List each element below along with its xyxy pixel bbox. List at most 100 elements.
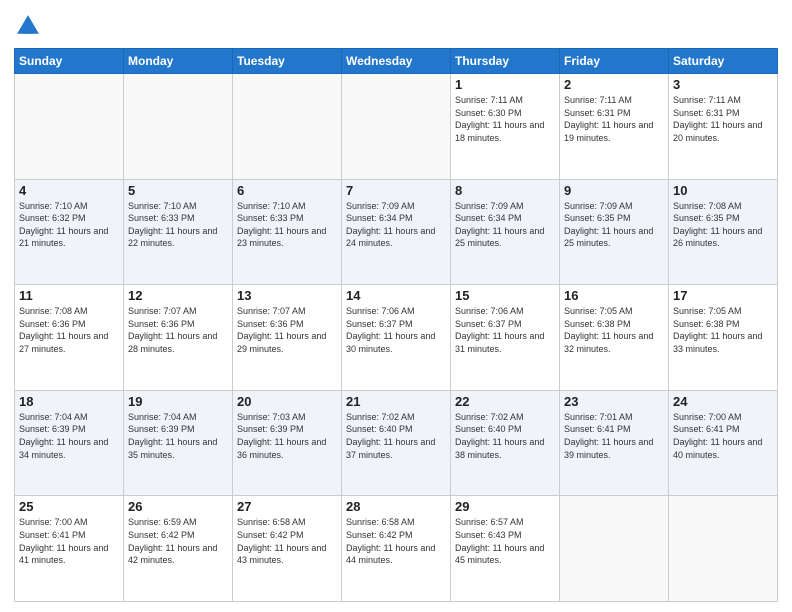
day-number: 14 bbox=[346, 288, 446, 303]
day-number: 4 bbox=[19, 183, 119, 198]
day-number: 5 bbox=[128, 183, 228, 198]
day-info: Sunrise: 7:09 AMSunset: 6:34 PMDaylight:… bbox=[346, 200, 446, 250]
day-info: Sunrise: 7:09 AMSunset: 6:34 PMDaylight:… bbox=[455, 200, 555, 250]
day-info: Sunrise: 7:02 AMSunset: 6:40 PMDaylight:… bbox=[455, 411, 555, 461]
column-header-thursday: Thursday bbox=[451, 49, 560, 74]
day-number: 20 bbox=[237, 394, 337, 409]
calendar-cell: 29 Sunrise: 6:57 AMSunset: 6:43 PMDayligh… bbox=[451, 496, 560, 602]
calendar-cell: 25 Sunrise: 7:00 AMSunset: 6:41 PMDayligh… bbox=[15, 496, 124, 602]
day-info: Sunrise: 6:58 AMSunset: 6:42 PMDaylight:… bbox=[237, 516, 337, 566]
day-number: 18 bbox=[19, 394, 119, 409]
day-info: Sunrise: 7:08 AMSunset: 6:36 PMDaylight:… bbox=[19, 305, 119, 355]
day-number: 12 bbox=[128, 288, 228, 303]
calendar-cell: 5 Sunrise: 7:10 AMSunset: 6:33 PMDaylight… bbox=[124, 179, 233, 285]
column-header-tuesday: Tuesday bbox=[233, 49, 342, 74]
day-info: Sunrise: 7:10 AMSunset: 6:32 PMDaylight:… bbox=[19, 200, 119, 250]
calendar-cell: 8 Sunrise: 7:09 AMSunset: 6:34 PMDaylight… bbox=[451, 179, 560, 285]
day-info: Sunrise: 6:58 AMSunset: 6:42 PMDaylight:… bbox=[346, 516, 446, 566]
calendar-cell: 16Sunrise: 7:05 AMSunset: 6:38 PMDayligh… bbox=[560, 285, 669, 391]
day-number: 3 bbox=[673, 77, 773, 92]
day-number: 19 bbox=[128, 394, 228, 409]
calendar-week-4: 18 Sunrise: 7:04 AMSunset: 6:39 PMDayligh… bbox=[15, 390, 778, 496]
calendar-week-1: 1Sunrise: 7:11 AMSunset: 6:30 PMDaylight… bbox=[15, 74, 778, 180]
day-info: Sunrise: 7:10 AMSunset: 6:33 PMDaylight:… bbox=[237, 200, 337, 250]
day-number: 26 bbox=[128, 499, 228, 514]
day-info: Sunrise: 7:07 AMSunset: 6:36 PMDaylight:… bbox=[128, 305, 228, 355]
day-info: Sunrise: 7:09 AMSunset: 6:35 PMDaylight:… bbox=[564, 200, 664, 250]
page: SundayMondayTuesdayWednesdayThursdayFrid… bbox=[0, 0, 792, 612]
calendar-cell: 9Sunrise: 7:09 AMSunset: 6:35 PMDaylight… bbox=[560, 179, 669, 285]
day-info: Sunrise: 7:06 AMSunset: 6:37 PMDaylight:… bbox=[346, 305, 446, 355]
day-number: 27 bbox=[237, 499, 337, 514]
logo-icon bbox=[14, 12, 42, 40]
calendar-cell: 10 Sunrise: 7:08 AMSunset: 6:35 PMDayligh… bbox=[669, 179, 778, 285]
day-info: Sunrise: 6:59 AMSunset: 6:42 PMDaylight:… bbox=[128, 516, 228, 566]
calendar-cell bbox=[233, 74, 342, 180]
calendar-table: SundayMondayTuesdayWednesdayThursdayFrid… bbox=[14, 48, 778, 602]
calendar-week-5: 25 Sunrise: 7:00 AMSunset: 6:41 PMDayligh… bbox=[15, 496, 778, 602]
day-info: Sunrise: 7:00 AMSunset: 6:41 PMDaylight:… bbox=[673, 411, 773, 461]
day-number: 25 bbox=[19, 499, 119, 514]
day-number: 17 bbox=[673, 288, 773, 303]
day-info: Sunrise: 7:08 AMSunset: 6:35 PMDaylight:… bbox=[673, 200, 773, 250]
calendar-cell: 4 Sunrise: 7:10 AMSunset: 6:32 PMDaylight… bbox=[15, 179, 124, 285]
calendar-cell: 26 Sunrise: 6:59 AMSunset: 6:42 PMDayligh… bbox=[124, 496, 233, 602]
day-number: 13 bbox=[237, 288, 337, 303]
header bbox=[14, 12, 778, 40]
calendar-cell: 17 Sunrise: 7:05 AMSunset: 6:38 PMDayligh… bbox=[669, 285, 778, 391]
calendar-cell: 3 Sunrise: 7:11 AMSunset: 6:31 PMDaylight… bbox=[669, 74, 778, 180]
calendar-cell bbox=[124, 74, 233, 180]
day-number: 15 bbox=[455, 288, 555, 303]
column-header-saturday: Saturday bbox=[669, 49, 778, 74]
calendar-cell: 2 Sunrise: 7:11 AMSunset: 6:31 PMDaylight… bbox=[560, 74, 669, 180]
calendar-cell: 23 Sunrise: 7:01 AMSunset: 6:41 PMDayligh… bbox=[560, 390, 669, 496]
day-info: Sunrise: 7:03 AMSunset: 6:39 PMDaylight:… bbox=[237, 411, 337, 461]
day-info: Sunrise: 7:05 AMSunset: 6:38 PMDaylight:… bbox=[673, 305, 773, 355]
day-number: 28 bbox=[346, 499, 446, 514]
column-header-friday: Friday bbox=[560, 49, 669, 74]
day-number: 29 bbox=[455, 499, 555, 514]
logo bbox=[14, 12, 46, 40]
day-number: 2 bbox=[564, 77, 664, 92]
column-header-monday: Monday bbox=[124, 49, 233, 74]
day-number: 16 bbox=[564, 288, 664, 303]
day-info: Sunrise: 7:04 AMSunset: 6:39 PMDaylight:… bbox=[19, 411, 119, 461]
calendar-cell bbox=[15, 74, 124, 180]
day-info: Sunrise: 7:11 AMSunset: 6:31 PMDaylight:… bbox=[673, 94, 773, 144]
day-number: 6 bbox=[237, 183, 337, 198]
day-number: 22 bbox=[455, 394, 555, 409]
calendar-cell: 13 Sunrise: 7:07 AMSunset: 6:36 PMDayligh… bbox=[233, 285, 342, 391]
day-info: Sunrise: 7:01 AMSunset: 6:41 PMDaylight:… bbox=[564, 411, 664, 461]
calendar-cell: 18 Sunrise: 7:04 AMSunset: 6:39 PMDayligh… bbox=[15, 390, 124, 496]
day-number: 1 bbox=[455, 77, 555, 92]
day-info: Sunrise: 7:02 AMSunset: 6:40 PMDaylight:… bbox=[346, 411, 446, 461]
day-number: 10 bbox=[673, 183, 773, 198]
column-header-sunday: Sunday bbox=[15, 49, 124, 74]
calendar-cell: 7Sunrise: 7:09 AMSunset: 6:34 PMDaylight… bbox=[342, 179, 451, 285]
day-info: Sunrise: 7:07 AMSunset: 6:36 PMDaylight:… bbox=[237, 305, 337, 355]
day-number: 21 bbox=[346, 394, 446, 409]
column-header-wednesday: Wednesday bbox=[342, 49, 451, 74]
calendar-cell: 6 Sunrise: 7:10 AMSunset: 6:33 PMDaylight… bbox=[233, 179, 342, 285]
calendar-cell: 15Sunrise: 7:06 AMSunset: 6:37 PMDayligh… bbox=[451, 285, 560, 391]
calendar-cell: 28 Sunrise: 6:58 AMSunset: 6:42 PMDayligh… bbox=[342, 496, 451, 602]
day-number: 8 bbox=[455, 183, 555, 198]
day-info: Sunrise: 7:04 AMSunset: 6:39 PMDaylight:… bbox=[128, 411, 228, 461]
calendar-cell: 11 Sunrise: 7:08 AMSunset: 6:36 PMDayligh… bbox=[15, 285, 124, 391]
day-number: 23 bbox=[564, 394, 664, 409]
calendar-cell bbox=[669, 496, 778, 602]
calendar-cell: 19 Sunrise: 7:04 AMSunset: 6:39 PMDayligh… bbox=[124, 390, 233, 496]
calendar-week-2: 4 Sunrise: 7:10 AMSunset: 6:32 PMDaylight… bbox=[15, 179, 778, 285]
calendar-cell: 24 Sunrise: 7:00 AMSunset: 6:41 PMDayligh… bbox=[669, 390, 778, 496]
calendar-cell bbox=[560, 496, 669, 602]
day-info: Sunrise: 7:00 AMSunset: 6:41 PMDaylight:… bbox=[19, 516, 119, 566]
calendar-cell: 12 Sunrise: 7:07 AMSunset: 6:36 PMDayligh… bbox=[124, 285, 233, 391]
day-number: 24 bbox=[673, 394, 773, 409]
calendar-cell: 27 Sunrise: 6:58 AMSunset: 6:42 PMDayligh… bbox=[233, 496, 342, 602]
day-number: 11 bbox=[19, 288, 119, 303]
calendar-cell: 21 Sunrise: 7:02 AMSunset: 6:40 PMDayligh… bbox=[342, 390, 451, 496]
calendar-cell: 22 Sunrise: 7:02 AMSunset: 6:40 PMDayligh… bbox=[451, 390, 560, 496]
day-info: Sunrise: 7:11 AMSunset: 6:31 PMDaylight:… bbox=[564, 94, 664, 144]
day-info: Sunrise: 6:57 AMSunset: 6:43 PMDaylight:… bbox=[455, 516, 555, 566]
day-info: Sunrise: 7:10 AMSunset: 6:33 PMDaylight:… bbox=[128, 200, 228, 250]
